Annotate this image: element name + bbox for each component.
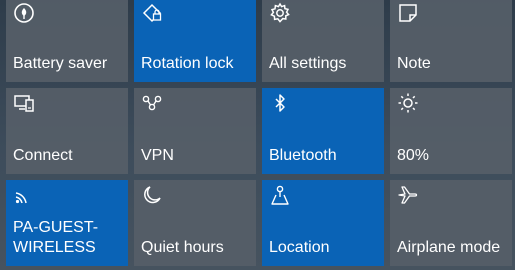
tile-airplane-mode[interactable]: Airplane mode	[390, 180, 512, 266]
tile-bluetooth[interactable]: Bluetooth	[262, 88, 384, 174]
quick-actions-grid: Battery saver Rotation lock All settings	[6, 0, 515, 270]
tile-label: All settings	[269, 55, 347, 72]
tile-label: Note	[397, 55, 431, 72]
tile-wifi[interactable]: PA-GUEST- WIRELESS	[6, 180, 128, 266]
gear-icon	[269, 2, 291, 24]
tile-brightness[interactable]: 80%	[390, 88, 512, 174]
tile-label: Battery saver	[13, 55, 108, 72]
tile-label: Airplane mode	[397, 239, 501, 256]
tile-label: Quiet hours	[141, 239, 224, 256]
location-icon	[269, 184, 291, 206]
battery-saver-icon	[13, 2, 35, 24]
tile-battery-saver[interactable]: Battery saver	[6, 0, 128, 82]
tile-rotation-lock[interactable]: Rotation lock	[134, 0, 256, 82]
rotation-lock-icon	[141, 2, 163, 24]
vpn-icon	[141, 92, 163, 114]
wifi-icon	[13, 184, 35, 206]
tile-note[interactable]: Note	[390, 0, 512, 82]
tile-label: Rotation lock	[141, 55, 234, 72]
brightness-icon	[397, 92, 419, 114]
tile-label: PA-GUEST- WIRELESS	[13, 219, 99, 256]
tile-location[interactable]: Location	[262, 180, 384, 266]
tile-connect[interactable]: Connect	[6, 88, 128, 174]
airplane-icon	[397, 184, 419, 206]
tile-all-settings[interactable]: All settings	[262, 0, 384, 82]
bluetooth-icon	[269, 92, 291, 114]
note-icon	[397, 2, 419, 24]
moon-icon	[141, 184, 163, 206]
tile-label: Bluetooth	[269, 147, 337, 164]
tile-vpn[interactable]: VPN	[134, 88, 256, 174]
tile-label: Connect	[13, 147, 73, 164]
tile-label: Location	[269, 239, 330, 256]
tile-label: VPN	[141, 147, 174, 164]
connect-icon	[13, 92, 35, 114]
tile-label: 80%	[397, 147, 430, 164]
tile-quiet-hours[interactable]: Quiet hours	[134, 180, 256, 266]
